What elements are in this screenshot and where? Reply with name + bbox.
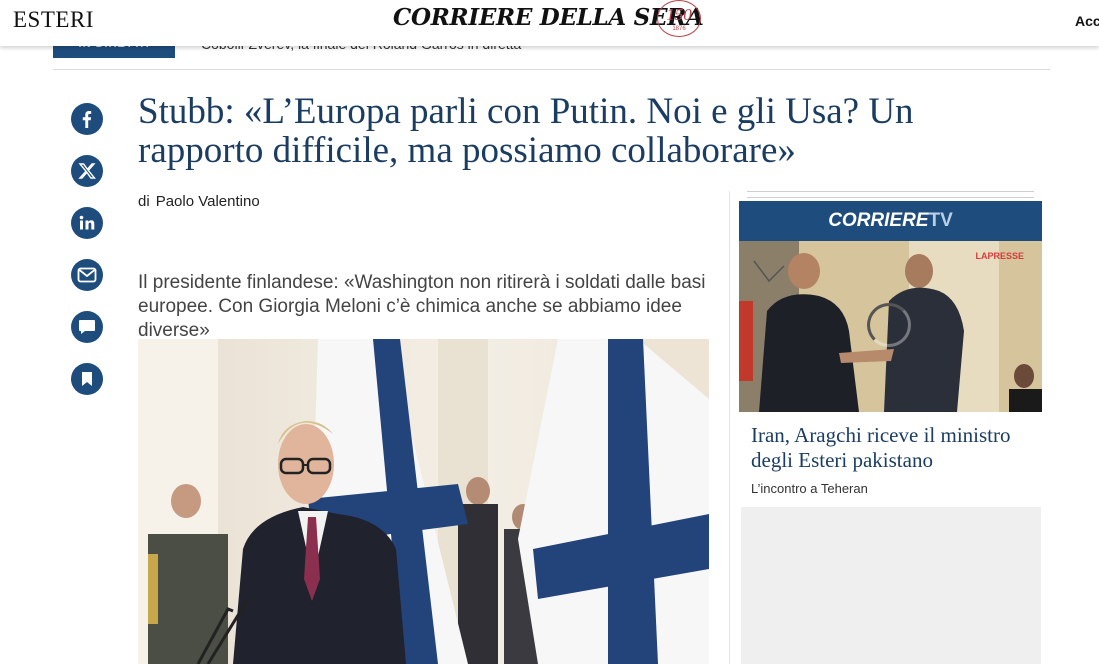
article-subtitle: Il presidente finlandese: «Washington no… — [138, 272, 706, 341]
tv-brand: CORRIERE — [828, 210, 929, 231]
author-link[interactable]: Paolo Valentino — [156, 193, 260, 210]
bookmark-button[interactable] — [71, 363, 103, 395]
corriere-tv-header[interactable]: CORRIERETV — [739, 201, 1042, 241]
x-icon — [78, 162, 96, 180]
bookmark-icon — [81, 372, 93, 386]
email-icon — [77, 267, 97, 283]
sidebar-rule — [747, 191, 1034, 198]
top-header: ESTERI CORRIERE DELLA SERA 150 1876 Acc — [0, 0, 1099, 46]
linkedin-icon — [78, 214, 96, 232]
article-headline: Stubb: «L’Europa parli con Putin. Noi e … — [138, 91, 914, 171]
article-photo — [138, 339, 709, 664]
video-watermark: LAPRESSE — [975, 251, 1024, 261]
anniversary-year: 1876 — [672, 26, 686, 32]
share-email-button[interactable] — [71, 259, 103, 291]
comments-button[interactable] — [71, 311, 103, 343]
tv-suffix: TV — [928, 210, 953, 231]
video-subtitle: L’incontro a Teheran — [751, 481, 868, 496]
facebook-icon — [78, 110, 96, 128]
share-linkedin-button[interactable] — [71, 207, 103, 239]
access-link[interactable]: Acc — [1075, 13, 1099, 29]
comment-icon — [78, 319, 96, 335]
photo-illustration — [138, 339, 709, 664]
share-facebook-button[interactable] — [71, 103, 103, 135]
anniversary-logo: 150 1876 — [657, 0, 701, 37]
share-x-button[interactable] — [71, 155, 103, 187]
section-label[interactable]: ESTERI — [13, 7, 94, 33]
video-player[interactable]: LAPRESSE — [739, 241, 1042, 412]
loading-spinner-icon — [867, 303, 911, 347]
byline: di Paolo Valentino — [138, 193, 260, 210]
anniversary-number: 150 — [666, 5, 692, 24]
column-divider — [729, 191, 730, 664]
ad-placeholder — [741, 507, 1041, 664]
divider — [53, 69, 1050, 70]
video-title[interactable]: Iran, Aragchi riceve il ministro degli E… — [751, 423, 1011, 473]
byline-prefix: di — [138, 193, 150, 210]
